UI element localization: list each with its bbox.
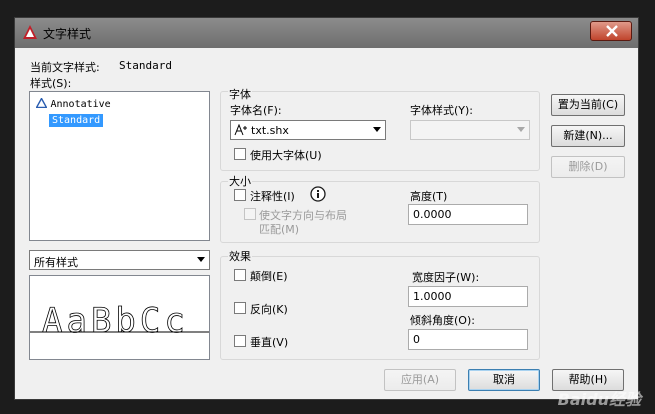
height-input[interactable]: 0.0000	[408, 204, 528, 225]
size-group-label: 大小	[228, 173, 252, 189]
style-filter-value: 所有样式	[34, 256, 78, 269]
annotative-icon	[35, 97, 48, 109]
width-factor-input[interactable]: 1.0000	[408, 286, 528, 307]
annotative-label: 注释性(I)	[250, 190, 295, 203]
use-bigfont-label: 使用大字体(U)	[250, 149, 322, 162]
style-filter-combo[interactable]: 所有样式	[29, 250, 210, 270]
match-orientation-checkbox[interactable]	[244, 208, 256, 220]
effects-group-label: 效果	[228, 248, 252, 264]
close-icon	[606, 25, 618, 37]
font-group-label: 字体	[228, 86, 252, 102]
backwards-label: 反向(K)	[250, 303, 288, 316]
height-label: 高度(T)	[410, 190, 448, 203]
vertical-label: 垂直(V)	[250, 336, 289, 349]
font-name-value: txt.shx	[251, 124, 289, 137]
font-name-combo[interactable]: txt.shx	[230, 120, 386, 140]
font-name-label: 字体名(F):	[230, 104, 282, 117]
preview-box: AaBbCc	[29, 275, 210, 360]
upside-down-checkbox[interactable]	[234, 269, 246, 281]
new-style-button[interactable]: 新建(N)...	[551, 125, 625, 147]
info-icon[interactable]	[310, 186, 326, 202]
window-title: 文字样式	[43, 27, 92, 41]
backwards-checkbox[interactable]	[234, 302, 246, 314]
current-style-value: Standard	[119, 59, 172, 72]
chevron-down-icon	[517, 127, 525, 132]
set-current-button[interactable]: 置为当前(C)	[551, 94, 625, 116]
title-bar[interactable]: 文字样式	[15, 18, 638, 48]
font-style-combo[interactable]	[410, 120, 530, 140]
style-item-label: Annotative	[50, 99, 111, 110]
close-button[interactable]	[590, 21, 632, 41]
shx-font-icon	[234, 124, 247, 136]
font-style-label: 字体样式(Y):	[410, 104, 474, 117]
watermark-logo: Baidu经验	[557, 390, 641, 409]
annotative-checkbox[interactable]	[234, 189, 246, 201]
styles-label: 样式(S):	[30, 77, 72, 90]
current-style-label: 当前文字样式:	[30, 61, 100, 74]
apply-button[interactable]: 应用(A)	[384, 369, 456, 391]
styles-listbox[interactable]: Annotative Standard	[29, 91, 210, 241]
use-bigfont-checkbox[interactable]	[234, 148, 246, 160]
oblique-angle-label: 倾斜角度(O):	[410, 314, 475, 327]
delete-style-button[interactable]: 删除(D)	[551, 156, 625, 178]
chevron-down-icon	[373, 127, 381, 132]
preview-text: AaBbCc	[42, 301, 189, 341]
text-style-dialog: 文字样式 当前文字样式: Standard 样式(S): Annotative …	[14, 17, 639, 400]
oblique-angle-input[interactable]: 0	[408, 329, 528, 350]
preview-canvas: AaBbCc	[30, 301, 209, 341]
width-factor-label: 宽度因子(W):	[412, 271, 480, 284]
upside-down-label: 颠倒(E)	[250, 270, 288, 283]
style-item-annotative[interactable]: Annotative	[35, 97, 111, 110]
autocad-app-icon	[23, 25, 37, 39]
cancel-button[interactable]: 取消	[468, 369, 540, 391]
style-item-standard[interactable]: Standard	[49, 114, 104, 127]
match-orientation-label-line2: 匹配(M)	[259, 223, 300, 236]
chevron-down-icon	[197, 257, 205, 262]
vertical-checkbox[interactable]	[234, 335, 246, 347]
